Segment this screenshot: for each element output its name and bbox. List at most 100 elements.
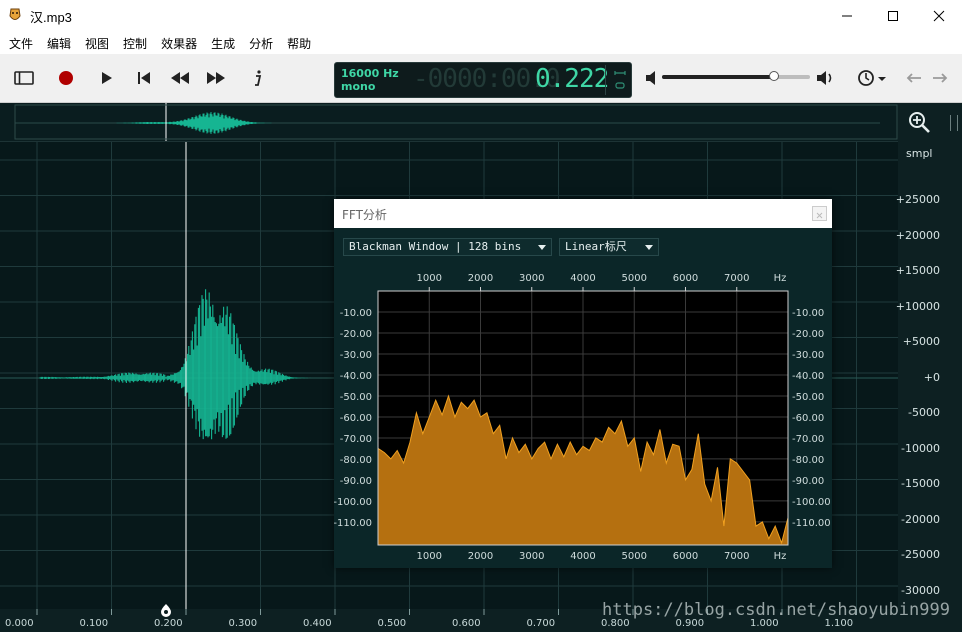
time-separator	[605, 65, 606, 95]
time-tick-label: 0.100	[79, 618, 109, 629]
x-tick-label-bottom: 6000	[673, 551, 698, 562]
time-tick-label: 0.600	[452, 618, 481, 629]
fft-title-bar[interactable]: FFT分析	[334, 199, 832, 228]
close-icon	[816, 212, 823, 219]
app-icon	[9, 8, 21, 20]
volume-up-button[interactable]	[814, 66, 838, 90]
forward-arrow-icon	[933, 73, 948, 83]
record-icon	[59, 71, 73, 85]
window-function-select[interactable]: Blackman Window | 128 bins	[343, 238, 552, 256]
rewind-button[interactable]	[168, 66, 192, 90]
x-unit-label-bottom: Hz	[774, 551, 787, 562]
menu-view[interactable]: 视图	[78, 35, 116, 52]
y-tick-label-right: -80.00	[792, 455, 824, 466]
scale-value: Linear标尺	[565, 240, 627, 253]
volume-down-button[interactable]	[640, 66, 664, 90]
menu-edit[interactable]: 编辑	[40, 35, 78, 52]
scale-select[interactable]: Linear标尺	[559, 238, 659, 256]
x-tick-label-top: 2000	[468, 273, 493, 284]
x-tick-label-top: 4000	[570, 273, 595, 284]
amplitude-tick-label: -20000	[901, 512, 940, 526]
x-tick-label-top: 5000	[622, 273, 647, 284]
overview-waveform[interactable]	[0, 103, 898, 142]
info-button[interactable]	[246, 66, 270, 90]
waveform-signal	[39, 289, 311, 440]
x-tick-label-bottom: 3000	[519, 551, 544, 562]
close-button[interactable]	[916, 0, 962, 32]
y-tick-label-right: -50.00	[792, 392, 824, 403]
time-tick-label: 0.700	[526, 618, 556, 629]
volume-down-icon	[646, 71, 655, 85]
amplitude-tick-label: +0	[923, 370, 940, 384]
amplitude-tick-label: +10000	[895, 299, 940, 313]
y-tick-label-right: -30.00	[792, 350, 824, 361]
forward-button[interactable]	[928, 66, 952, 90]
menu-analyze[interactable]: 分析	[242, 35, 280, 52]
y-tick-label-right: -40.00	[792, 371, 824, 382]
menu-help[interactable]: 帮助	[280, 35, 318, 52]
fft-title: FFT分析	[342, 208, 387, 222]
amplitude-tick-label: +25000	[895, 193, 940, 206]
menu-file[interactable]: 文件	[2, 35, 40, 52]
x-tick-label-bottom: 1000	[417, 551, 442, 562]
y-tick-label-left: -30.00	[340, 350, 372, 361]
menu-effects[interactable]: 效果器	[154, 35, 204, 52]
time-value: 0.222	[535, 64, 609, 94]
y-tick-label-left: -100.00	[334, 497, 372, 508]
back-button[interactable]	[902, 66, 926, 90]
y-tick-label-left: -10.00	[340, 308, 372, 319]
time-tick-label: 0.200	[154, 618, 183, 629]
play-icon	[102, 72, 112, 84]
window-function-value: Blackman Window | 128 bins	[349, 240, 522, 253]
chevron-down-icon	[645, 245, 653, 250]
x-tick-label-bottom: 7000	[724, 551, 749, 562]
amplitude-ruler: smpl +25000 +20000 +15000 +10000 +5000 +0 -500…	[895, 103, 962, 609]
amplitude-tick-label: -10000	[901, 441, 940, 455]
y-tick-label-right: -60.00	[792, 413, 824, 424]
y-tick-label-right: -10.00	[792, 308, 824, 319]
title-bar: 汉.mp3	[0, 0, 962, 32]
minimize-icon	[842, 15, 852, 17]
minimize-button[interactable]	[824, 0, 870, 32]
cursor-handle-icon[interactable]	[160, 603, 172, 617]
x-tick-label-top: 1000	[417, 273, 442, 284]
amplitude-tick-labels: +25000 +20000 +15000 +10000 +5000 +0 -5000 -100…	[895, 103, 962, 609]
fast-forward-button[interactable]	[204, 66, 228, 90]
menu-control[interactable]: 控制	[116, 35, 154, 52]
skip-to-start-icon	[138, 72, 150, 84]
close-icon	[933, 10, 945, 22]
y-tick-label-left: -80.00	[340, 455, 372, 466]
clock-dropdown-button[interactable]	[856, 66, 890, 90]
fast-forward-icon	[207, 72, 225, 84]
volume-slider[interactable]	[662, 71, 810, 81]
amplitude-tick-label: -30000	[901, 583, 940, 597]
clock-icon	[858, 70, 886, 86]
y-tick-label-right: -20.00	[792, 329, 824, 340]
fft-analysis-window: FFT分析 Blackman Window | 128 bins Linear标…	[334, 199, 832, 568]
play-button[interactable]	[95, 66, 119, 90]
maximize-button[interactable]	[870, 0, 916, 32]
y-tick-label-left: -40.00	[340, 371, 372, 382]
y-tick-label-left: -110.00	[334, 518, 372, 529]
y-tick-label-right: -100.00	[792, 497, 831, 508]
amplitude-tick-label: -15000	[901, 477, 940, 490]
watermark-text: https://blog.csdn.net/shaoyubin999	[602, 600, 950, 620]
x-tick-label-top: 7000	[724, 273, 749, 284]
skip-to-start-button[interactable]	[132, 66, 156, 90]
record-button[interactable]	[54, 66, 78, 90]
fft-close-button[interactable]	[812, 206, 827, 221]
x-tick-label-top: 3000	[519, 273, 544, 284]
fft-spectrum-chart: 1000 1000 2000 2000 3000 3000 4000 4000 5000 5000…	[334, 273, 831, 562]
y-tick-label-left: -60.00	[340, 413, 372, 424]
time-mode-icon[interactable]	[613, 69, 627, 91]
time-tick-label: 0.500	[377, 618, 407, 629]
y-tick-label-right: -90.00	[792, 476, 824, 487]
sidebar-toggle-button[interactable]	[12, 66, 36, 90]
back-arrow-icon	[906, 73, 921, 83]
sample-rate-label: 16000 Hz	[341, 67, 399, 80]
x-tick-label-bottom: 2000	[468, 551, 493, 562]
channels-label: mono	[341, 80, 376, 93]
time-tick-label: 0.300	[228, 618, 258, 629]
menu-generate[interactable]: 生成	[204, 35, 242, 52]
sidebar-toggle-icon	[14, 71, 34, 85]
